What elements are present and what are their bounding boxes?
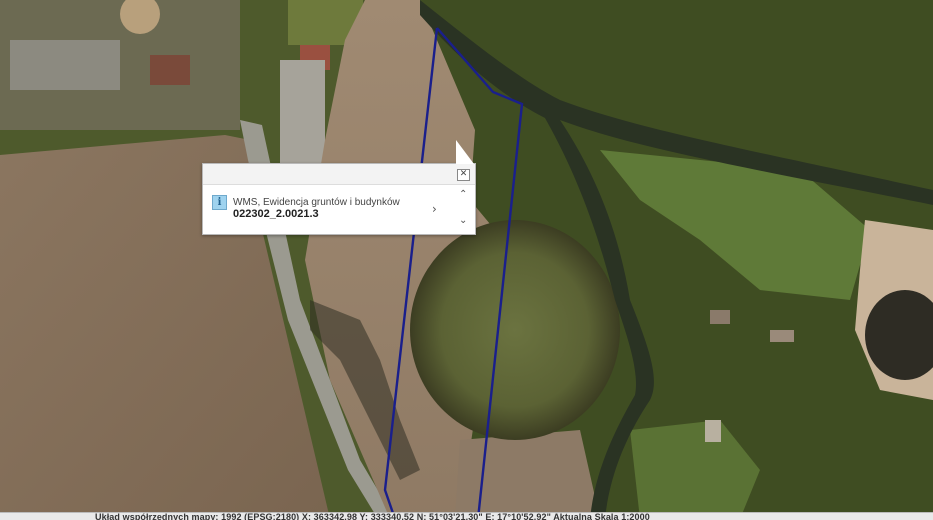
- lot: [280, 60, 325, 170]
- chevron-up-icon[interactable]: ⌃: [459, 189, 467, 200]
- chevron-down-icon[interactable]: ⌄: [459, 215, 467, 226]
- building: [710, 310, 730, 324]
- layer-name: WMS, Ewidencja gruntów i budynków: [233, 197, 400, 208]
- aerial-map[interactable]: [0, 0, 933, 519]
- popup-header: ✕: [203, 164, 475, 185]
- building: [150, 55, 190, 85]
- wooded-mound: [410, 220, 620, 440]
- close-icon[interactable]: ✕: [457, 169, 470, 181]
- chevron-right-icon[interactable]: ›: [432, 202, 437, 216]
- info-icon: i: [212, 195, 227, 210]
- building: [770, 330, 794, 342]
- popup-pointer: [456, 140, 474, 164]
- feature-info-popup: ✕ i WMS, Ewidencja gruntów i budynków 02…: [202, 140, 476, 235]
- building: [705, 420, 721, 442]
- feature-id: 022302_2.0021.3: [233, 208, 319, 220]
- parking-lot: [10, 40, 120, 90]
- field-lower: [455, 430, 600, 519]
